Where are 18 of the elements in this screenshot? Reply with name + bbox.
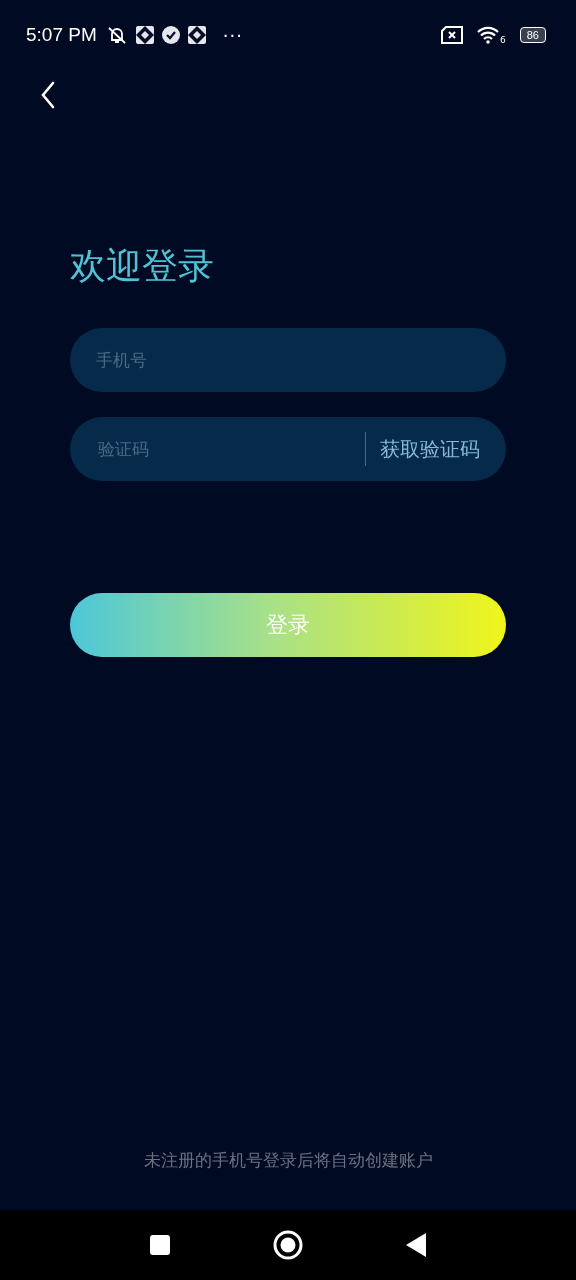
- app-notification-icon: [134, 25, 155, 45]
- back-icon[interactable]: [40, 81, 56, 109]
- status-time: 5:07 PM: [26, 24, 97, 46]
- battery-indicator: 86: [519, 27, 546, 43]
- home-icon[interactable]: [273, 1230, 303, 1260]
- phone-field[interactable]: 手机号: [70, 328, 506, 392]
- wifi-label: 6: [500, 36, 506, 45]
- code-field[interactable]: 验证码 获取验证码: [70, 417, 506, 481]
- back-triangle-icon[interactable]: [405, 1232, 427, 1258]
- welcome-title: 欢迎登录: [70, 244, 215, 288]
- footer-note: 未注册的手机号登录后将自动创建账户: [142, 1149, 434, 1172]
- check-circle-icon: [160, 25, 181, 45]
- app-notification-icon: [186, 25, 207, 45]
- more-notifications: ···: [222, 24, 243, 46]
- no-sim-icon: [440, 25, 464, 45]
- recents-icon[interactable]: [149, 1234, 171, 1256]
- wifi-icon: [476, 25, 500, 45]
- get-code-button[interactable]: 获取验证码: [380, 435, 480, 463]
